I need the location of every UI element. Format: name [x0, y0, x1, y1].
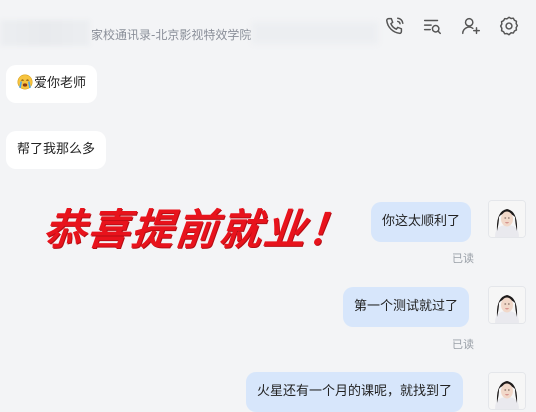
message-bubble-sent[interactable]: 第一个测试就过了 [343, 287, 470, 327]
avatar[interactable] [488, 200, 526, 238]
add-user-icon[interactable] [460, 15, 482, 37]
message-text: 爱你老师 [34, 76, 87, 91]
message-text: 第一个测试就过了 [354, 299, 459, 314]
chat-title: 家校通讯录-北京影视特效学院 [91, 28, 252, 42]
phone-icon[interactable] [384, 15, 406, 37]
message-bubble-sent[interactable]: 火星还有一个月的课呢，就找到了 [246, 372, 464, 412]
chat-header: 家校通讯录-北京影视特效学院 [0, 0, 536, 52]
avatar[interactable] [488, 372, 526, 410]
message-text: 帮了我那么多 [17, 142, 96, 157]
blurred-title-prefix [0, 20, 90, 46]
crying-face-icon [17, 68, 33, 90]
settings-icon[interactable] [498, 15, 520, 37]
message-text: 你这太顺利了 [382, 214, 461, 229]
congratulations-overlay: 恭喜提前就业！ [41, 205, 355, 254]
read-status: 已读 [452, 338, 474, 351]
avatar[interactable] [488, 286, 526, 324]
read-status: 已读 [452, 252, 474, 265]
chat-search-icon[interactable] [421, 15, 443, 37]
message-text: 火星还有一个月的课呢，就找到了 [257, 384, 453, 399]
message-bubble-sent[interactable]: 你这太顺利了 [371, 202, 472, 242]
message-bubble-received[interactable]: 帮了我那么多 [6, 131, 107, 169]
message-bubble-received[interactable]: 爱你老师 [6, 65, 98, 103]
blurred-title-suffix [252, 22, 378, 44]
